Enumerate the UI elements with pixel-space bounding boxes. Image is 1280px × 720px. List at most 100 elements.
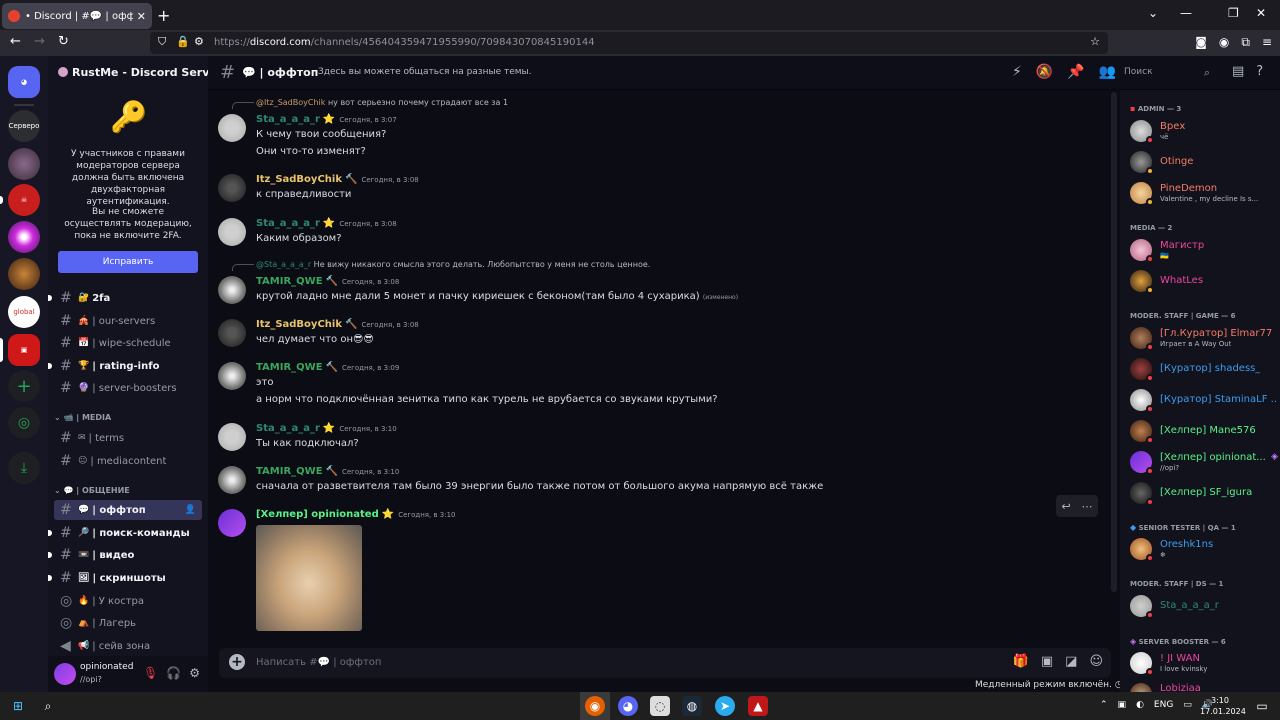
tab-close-icon[interactable]: ✕ — [137, 10, 146, 23]
scrollbar-thumb[interactable] — [1111, 92, 1117, 592]
bookmark-star-icon[interactable]: ☆ — [1090, 35, 1100, 48]
message-author[interactable]: Itz_SadBoyChik 🔨 Сегодня, в 3:08 — [256, 319, 419, 330]
server-icon[interactable] — [8, 148, 40, 180]
app-icon[interactable]: ◌ — [650, 696, 670, 716]
language-indicator[interactable]: ENG — [1154, 700, 1173, 710]
message-author[interactable]: TAMIR_QWE 🔨 Сегодня, в 3:10 — [256, 466, 399, 477]
notifications-muted-icon[interactable]: 🔕 — [1036, 64, 1053, 80]
forward-icon[interactable]: → — [34, 34, 45, 49]
sticker-icon[interactable]: ◪ — [1065, 654, 1077, 669]
telegram-icon[interactable]: ➤ — [715, 696, 735, 716]
channel-our-servers[interactable]: # 🎪 | our-servers — [54, 311, 202, 331]
url-bar[interactable]: ⛉ 🔒 ⚙ https://discord.com/channels/45640… — [150, 32, 1108, 54]
channel-team-search[interactable]: # 🔎 | поиск-команды — [48, 523, 202, 543]
settings-gear-icon[interactable]: ⚙ — [189, 666, 200, 680]
reply-preview[interactable]: @Sta_a_a_a_r Не вижу никакого смысла это… — [256, 260, 650, 269]
avatar[interactable] — [218, 276, 246, 304]
category-media[interactable]: ⌄ 📹 | MEDIA — [54, 413, 111, 422]
server-icon[interactable] — [8, 221, 40, 253]
member-item[interactable]: ! JI WAN I love kvinsky — [1130, 648, 1278, 676]
channel-campfire[interactable]: ◎ 🔥 | У костра — [54, 591, 202, 611]
server-icon[interactable] — [8, 258, 40, 290]
steam-icon[interactable]: ◍ — [682, 696, 702, 716]
member-item[interactable]: [Хелпер] SF_igura — [1130, 478, 1278, 506]
network-icon[interactable]: ▭ — [1183, 700, 1192, 710]
channel-2fa[interactable]: # 🔐 2fa — [48, 288, 202, 308]
pin-icon[interactable]: 📌 — [1067, 64, 1084, 80]
member-item[interactable]: [Гл.Куратор] Elmar77 Играет в A Way Out — [1130, 323, 1278, 351]
message-author[interactable]: Sta_a_a_a_r ⭐ Сегодня, в 3:08 — [256, 218, 397, 229]
new-tab-icon[interactable]: + — [157, 6, 170, 25]
message-author[interactable]: TAMIR_QWE 🔨 Сегодня, в 3:08 — [256, 276, 399, 287]
window-close-icon[interactable]: ✕ — [1256, 6, 1266, 20]
reload-icon[interactable]: ↻ — [58, 34, 69, 49]
member-item[interactable]: Sta_a_a_a_r — [1130, 591, 1278, 619]
app-red-icon[interactable]: ▲ — [748, 696, 768, 716]
gif-icon[interactable]: ▣ — [1041, 654, 1053, 669]
avatar[interactable] — [218, 423, 246, 451]
member-item[interactable]: [Куратор] StaminaLF ... — [1130, 385, 1278, 413]
notifications-icon[interactable]: ▭ — [1252, 696, 1272, 716]
explore-icon[interactable]: ◎ — [8, 407, 40, 439]
message-author[interactable]: [Хелпер] opinionated ⭐ Сегодня, в 3:10 — [256, 509, 456, 520]
discord-icon[interactable]: ◕ — [618, 696, 638, 716]
member-item[interactable]: Магистр 🇺🇦 — [1130, 235, 1278, 263]
message-list[interactable]: @Itz_SadBoyChik ну вот серьезно почему с… — [208, 90, 1120, 645]
channel-screenshots[interactable]: # 🖼 | скриншоты — [48, 568, 202, 588]
message-author[interactable]: Itz_SadBoyChik 🔨 Сегодня, в 3:08 — [256, 174, 419, 185]
member-item[interactable]: WhatLes — [1130, 266, 1278, 294]
message-author[interactable]: TAMIR_QWE 🔨 Сегодня, в 3:09 — [256, 362, 399, 373]
inbox-icon[interactable]: ▤ — [1232, 64, 1244, 79]
channel-terms[interactable]: # ✉ | terms — [54, 428, 202, 448]
emoji-icon[interactable]: ☺ — [1089, 654, 1103, 669]
member-item[interactable]: Otinge — [1130, 147, 1278, 175]
back-icon[interactable]: ← — [10, 34, 21, 49]
menu-icon[interactable]: ≡ — [1262, 35, 1272, 50]
channel-rating-info[interactable]: # 🏆 | rating-info — [48, 356, 202, 376]
avatar[interactable] — [218, 319, 246, 347]
avatar[interactable] — [218, 114, 246, 142]
channel-camp[interactable]: ◎ ⛺ | Лагерь — [54, 613, 202, 633]
minimize-icon[interactable]: — — [1180, 6, 1192, 20]
add-server-icon[interactable]: + — [8, 370, 40, 402]
permissions-icon[interactable]: ⚙ — [194, 35, 204, 48]
message-scrollbar[interactable] — [1110, 92, 1118, 647]
reply-icon[interactable]: ↩ — [1061, 500, 1070, 513]
shield-icon[interactable]: ⛉ — [158, 35, 166, 49]
mute-icon[interactable]: 🎙 — [143, 666, 158, 680]
tray-app-icon[interactable]: ◐ — [1136, 700, 1144, 710]
more-icon[interactable]: ⋯ — [1082, 500, 1093, 513]
category-talk[interactable]: ⌄ 💬 | ОБЩЕНИЕ — [54, 486, 130, 495]
lock-icon[interactable]: 🔒 — [176, 35, 190, 48]
extensions-icon[interactable]: ⧉ — [1241, 35, 1250, 50]
pocket-icon[interactable]: ◙ — [1195, 35, 1207, 50]
server-skull-icon[interactable]: ☠ — [8, 184, 40, 216]
avatar[interactable] — [218, 466, 246, 494]
restore-icon[interactable]: ❐ — [1228, 6, 1239, 20]
tray-chevron-icon[interactable]: ⌃ — [1100, 700, 1108, 710]
gift-icon[interactable]: 🎁 — [1013, 654, 1029, 669]
discord-home-icon[interactable]: ◕ — [8, 66, 40, 98]
channel-topic[interactable]: Здесь вы можете общаться на разные темы. — [318, 67, 532, 77]
avatar[interactable] — [218, 362, 246, 390]
channel-safe-zone[interactable]: ◀ 📢 | сейв зона — [54, 636, 202, 656]
firefox-icon[interactable]: ◉ — [585, 696, 605, 716]
member-item[interactable]: Врех чё — [1130, 116, 1278, 144]
chevron-down-icon[interactable]: ⌄ — [1148, 6, 1158, 20]
add-member-icon[interactable]: 👤 — [185, 505, 196, 515]
account-icon[interactable]: ◉ — [1219, 35, 1229, 50]
search-icon[interactable]: ⌕ — [38, 696, 58, 716]
member-item[interactable]: Oreshk1ns ❄ — [1130, 534, 1278, 562]
message-composer[interactable]: + Написать #💬 | оффтоп 🎁 ▣ ◪ ☺ — [219, 648, 1111, 678]
channel-offtop[interactable]: # 💬 | оффтоп 👤 — [54, 500, 202, 520]
server-name-header[interactable]: RustMe - Discord Server — [48, 56, 208, 88]
avatar[interactable] — [218, 174, 246, 202]
message-author[interactable]: Sta_a_a_a_r ⭐ Сегодня, в 3:10 — [256, 423, 397, 434]
search-box[interactable]: Поиск ⌕ — [1120, 63, 1212, 83]
taskbar-clock[interactable]: 3:10 17.01.2024 — [1200, 695, 1246, 717]
channel-mediacontent[interactable]: # 😐 | mediacontent — [54, 451, 202, 471]
upload-plus-icon[interactable]: + — [229, 654, 245, 670]
cat-image-attachment[interactable] — [256, 525, 362, 631]
avatar[interactable] — [218, 509, 246, 537]
member-item[interactable]: PineDemon Valentine , my decline Is s... — [1130, 178, 1278, 206]
